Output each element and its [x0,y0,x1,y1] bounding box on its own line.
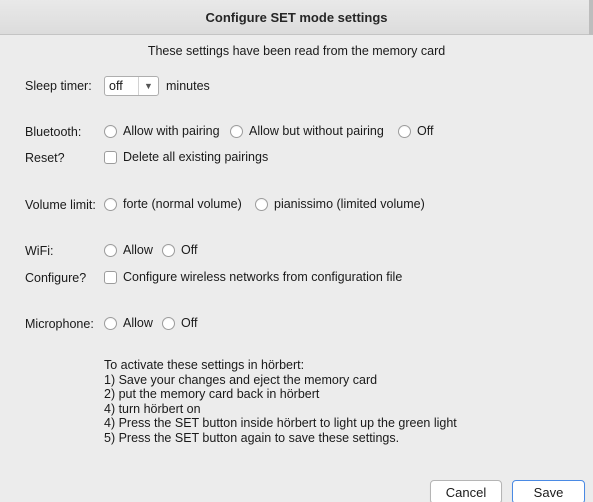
microphone-option-label: Allow [123,316,153,330]
instruction-line: 1) Save your changes and eject the memor… [104,372,378,387]
save-button[interactable]: Save [512,480,585,502]
configure-wireless-option[interactable]: Configure wireless networks from configu… [104,270,402,284]
window-title: Configure SET mode settings [0,0,593,35]
volume-limit-label: Volume limit: [25,198,96,212]
sleep-timer-label: Sleep timer: [25,79,92,93]
microphone-option-label: Off [181,316,198,330]
instruction-line: To activate these settings in hörbert: [104,358,305,372]
volume-option-label: pianissimo (limited volume) [274,197,425,211]
checkbox-icon[interactable] [104,270,117,284]
radio-icon[interactable] [104,124,117,138]
instruction-line: 2) put the memory card back in hörbert [104,387,320,401]
microphone-label: Microphone: [25,317,94,331]
radio-icon[interactable] [104,197,117,211]
instructions: To activate these settings in hörbert: 1… [104,358,457,445]
microphone-option-allow[interactable]: Allow [104,316,153,330]
checkbox-icon[interactable] [104,150,117,164]
radio-icon[interactable] [255,197,268,211]
wifi-label: WiFi: [25,244,54,258]
wifi-option-label: Allow [123,243,153,257]
bluetooth-option-off[interactable]: Off [398,124,433,138]
window-edge [589,0,593,35]
radio-icon[interactable] [162,316,175,330]
delete-pairings-option[interactable]: Delete all existing pairings [104,150,268,164]
bluetooth-option-label: Off [417,124,434,138]
delete-pairings-label: Delete all existing pairings [123,150,269,164]
radio-icon[interactable] [104,316,117,330]
instruction-line: 5) Press the SET button again to save th… [104,430,400,445]
chevron-down-icon[interactable]: ▼ [138,77,158,95]
sleep-timer-value: off [109,79,123,93]
instruction-line: 4) turn hörbert on [104,401,201,416]
bluetooth-option-allow-no-pairing[interactable]: Allow but without pairing [230,124,384,138]
volume-option-pianissimo[interactable]: pianissimo (limited volume) [255,197,425,211]
microphone-option-off[interactable]: Off [162,316,197,330]
volume-option-label: forte (normal volume) [123,197,242,211]
reset-label: Reset? [25,151,65,165]
wifi-option-label: Off [181,243,198,257]
volume-option-forte[interactable]: forte (normal volume) [104,197,242,211]
bluetooth-option-label: Allow with pairing [123,124,220,138]
bluetooth-option-allow-pairing[interactable]: Allow with pairing [104,124,220,138]
configure-label: Configure? [25,271,87,285]
radio-icon[interactable] [230,124,243,138]
bluetooth-option-label: Allow but without pairing [249,124,384,138]
radio-icon[interactable] [104,243,117,257]
configure-wireless-label: Configure wireless networks from configu… [123,270,403,284]
sleep-timer-unit: minutes [166,79,210,93]
wifi-option-off[interactable]: Off [162,243,197,257]
subtitle: These settings have been read from the m… [147,44,446,58]
wifi-option-allow[interactable]: Allow [104,243,153,257]
bluetooth-label: Bluetooth: [25,125,82,139]
instruction-line: 4) Press the SET button inside hörbert t… [104,416,457,430]
radio-icon[interactable] [398,124,411,138]
cancel-button[interactable]: Cancel [430,480,502,502]
sleep-timer-select[interactable]: off ▼ [104,76,159,96]
radio-icon[interactable] [162,243,175,257]
